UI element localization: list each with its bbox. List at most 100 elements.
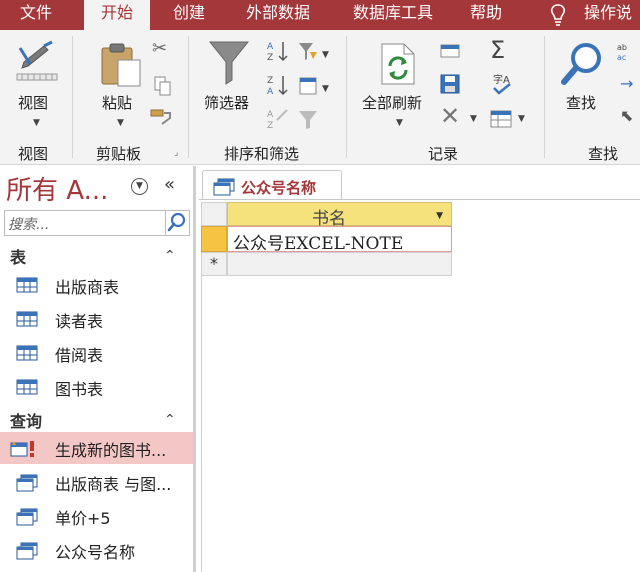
svg-text:A: A (267, 87, 274, 96)
row-selector[interactable] (201, 226, 227, 252)
refresh-all-icon[interactable] (380, 42, 416, 86)
nav-section-queries[interactable]: 查询 (10, 408, 42, 432)
nav-item-price-plus-five-query[interactable]: 单价+5 (0, 500, 193, 532)
nav-item-borrow-table[interactable]: 借阅表 (0, 337, 193, 369)
nav-item-label: 生成新的图书... (55, 441, 167, 460)
sort-ascending-icon[interactable]: A Z (266, 40, 290, 62)
new-row-cell[interactable] (227, 252, 452, 276)
nav-item-reader-table[interactable]: 读者表 (0, 303, 193, 335)
ribbon-separator (346, 36, 347, 158)
filter-icon[interactable] (208, 40, 250, 86)
svg-text:A: A (267, 42, 274, 52)
more-dropdown-icon[interactable]: ▼ (518, 114, 525, 124)
tab-home[interactable]: 开始 (84, 0, 150, 30)
save-record-icon[interactable] (440, 74, 460, 94)
advanced-dropdown-icon[interactable]: ▼ (322, 84, 329, 94)
tab-help[interactable]: 帮助 (462, 0, 510, 30)
query-icon (16, 474, 38, 492)
section-collapse-icon[interactable]: ⌃ (164, 248, 176, 264)
tab-tell-me[interactable]: 操作说 (580, 0, 640, 30)
group-label-view: 视图 (18, 145, 49, 163)
nav-search-input[interactable]: 搜索... (8, 214, 49, 234)
selection-dropdown-icon[interactable]: ▼ (322, 50, 329, 60)
selection-filter-icon[interactable] (298, 42, 318, 62)
search-button[interactable] (165, 211, 189, 235)
svg-text:Z: Z (267, 121, 273, 130)
nav-item-publisher-table[interactable]: 出版商表 (0, 269, 193, 301)
column-filter-dropdown-icon[interactable]: ▼ (436, 211, 443, 221)
delete-record-icon[interactable]: ✕ (440, 104, 460, 128)
tab-create[interactable]: 创建 (160, 0, 218, 30)
copy-icon[interactable] (154, 76, 172, 96)
select-icon[interactable]: ⬉ (620, 106, 633, 125)
ribbon-separator (544, 36, 545, 158)
nav-menu-chevron-icon[interactable]: ▼ (131, 178, 148, 195)
design-view-icon[interactable] (14, 40, 60, 84)
new-row-selector[interactable]: * (201, 252, 227, 276)
nav-item-publisher-book-query[interactable]: 出版商表 与图... (0, 466, 193, 498)
find-button-label[interactable]: 查找 (566, 92, 596, 113)
ribbon-tab-bar: 文件 开始 创建 外部数据 数据库工具 帮助 操作说 (0, 0, 640, 30)
group-label-records: 记录 (428, 145, 459, 163)
filter-button-label[interactable]: 筛选器 (204, 92, 249, 113)
sort-descending-icon[interactable]: Z A (266, 74, 290, 96)
navigation-pane: 所有 A... ▼ « 搜索... 表 ⌃ 出版商表 读者表 借阅表 图书表 查… (0, 166, 196, 572)
view-button-label[interactable]: 视图 (18, 92, 48, 113)
table-icon (16, 379, 38, 395)
svg-text:Z: Z (267, 76, 273, 86)
column-header[interactable]: 书名 ▼ (227, 202, 452, 229)
nav-item-account-name-query[interactable]: 公众号名称 (0, 534, 193, 566)
document-tab[interactable]: 公众号名称 (202, 170, 342, 200)
tab-file[interactable]: 文件 (6, 0, 66, 30)
table-cell[interactable]: 公众号EXCEL-NOTE (227, 226, 452, 254)
format-painter-icon[interactable] (150, 108, 174, 126)
section-collapse-icon[interactable]: ⌃ (164, 412, 176, 428)
advanced-filter-icon[interactable] (298, 76, 318, 96)
nav-item-label: 单价+5 (55, 509, 111, 528)
cut-icon[interactable]: ✂ (152, 38, 167, 59)
svg-text:Z: Z (267, 53, 273, 62)
ribbon: 视图 ▼ 视图 粘贴 ▼ ✂ 剪贴板 ⌟ 筛选器 A Z Z A A Z ▼ ▼… (0, 30, 640, 165)
remove-sort-icon[interactable]: A Z (266, 108, 290, 130)
group-label-sort-filter: 排序和筛选 (224, 145, 300, 163)
svg-text:字A: 字A (493, 73, 510, 86)
paste-dropdown-icon[interactable]: ▼ (117, 118, 124, 128)
clipboard-launcher-icon[interactable]: ⌟ (174, 148, 178, 158)
tab-external-data[interactable]: 外部数据 (232, 0, 324, 30)
refresh-all-button-label[interactable]: 全部刷新 (362, 92, 422, 113)
table-icon (16, 345, 38, 361)
paste-button-label[interactable]: 粘贴 (102, 92, 132, 113)
svg-text:A: A (267, 110, 274, 120)
query-icon (213, 178, 235, 196)
view-dropdown-icon[interactable]: ▼ (33, 118, 40, 128)
more-records-icon[interactable] (490, 110, 512, 128)
find-icon[interactable] (560, 40, 606, 86)
replace-icon[interactable]: ab ac (616, 42, 638, 62)
nav-item-book-table[interactable]: 图书表 (0, 371, 193, 403)
paste-icon[interactable] (96, 42, 144, 88)
select-all-cell[interactable] (201, 202, 227, 226)
refresh-dropdown-icon[interactable]: ▼ (396, 118, 403, 128)
delete-dropdown-icon[interactable]: ▼ (470, 114, 477, 124)
search-icon (167, 212, 186, 232)
tab-database-tools[interactable]: 数据库工具 (340, 0, 446, 30)
totals-icon[interactable]: Σ (490, 36, 505, 64)
query-icon (16, 508, 38, 526)
group-label-find: 查找 (588, 145, 619, 163)
nav-item-label: 借阅表 (55, 346, 104, 365)
toggle-filter-icon[interactable] (298, 110, 318, 130)
svg-text:ab: ab (617, 43, 627, 52)
goto-icon[interactable]: → (620, 74, 633, 93)
spelling-icon[interactable]: 字A (490, 72, 514, 96)
nav-section-tables[interactable]: 表 (10, 244, 26, 268)
nav-item-label: 公众号名称 (55, 543, 136, 562)
nav-item-make-table-query[interactable]: 生成新的图书... (0, 432, 193, 464)
nav-search-box[interactable]: 搜索... (4, 210, 190, 236)
nav-item-label: 读者表 (55, 312, 104, 331)
lightbulb-icon[interactable] (550, 4, 566, 26)
query-icon (16, 542, 38, 560)
nav-collapse-icon[interactable]: « (164, 174, 175, 195)
new-record-icon[interactable] (440, 42, 460, 60)
cell-value: 公众号EXCEL-NOTE (233, 234, 404, 254)
nav-pane-title[interactable]: 所有 A... (6, 170, 108, 207)
